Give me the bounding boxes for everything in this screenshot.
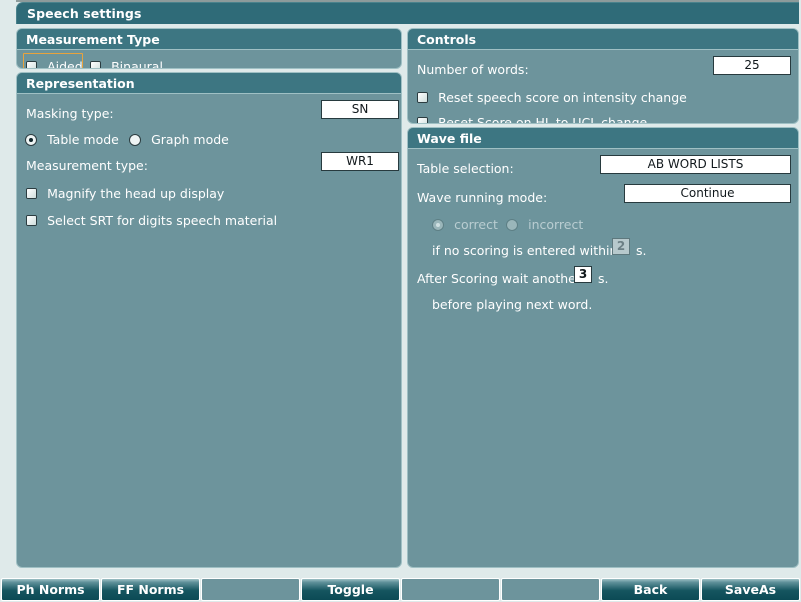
checkbox-binaural[interactable]: Binaural <box>90 56 163 69</box>
number-of-words-row: Number of words: <box>417 59 529 78</box>
checkbox-reset-speech-score-intensity-box[interactable] <box>417 92 428 103</box>
toolbar-button-empty-6[interactable] <box>501 578 600 601</box>
before-playing-next-word-row: before playing next word. <box>432 294 592 313</box>
group-wave-file-header: Wave file <box>408 128 798 149</box>
radio-table-mode-label: Table mode <box>47 132 119 147</box>
checkbox-select-srt-digits[interactable]: Select SRT for digits speech material <box>26 210 277 229</box>
no-scoring-suffix-label: s. <box>636 243 647 258</box>
checkbox-binaural-box[interactable] <box>90 61 101 68</box>
speech-settings-window: Speech settings Measurement Type Aided B… <box>0 0 801 602</box>
checkbox-reset-speech-score-intensity-label: Reset speech score on intensity change <box>438 90 687 105</box>
after-scoring-seconds-input[interactable]: 3 <box>574 266 592 283</box>
radio-incorrect-label: incorrect <box>528 217 584 232</box>
group-measurement-type-title: Measurement Type <box>26 32 160 47</box>
checkbox-select-srt-digits-label: Select SRT for digits speech material <box>47 213 278 228</box>
toolbar-button-ff-norms[interactable]: FF Norms <box>101 578 200 601</box>
measurement-type-label: Measurement type: <box>26 158 148 173</box>
checkbox-reset-score-hl-ucl-label: Reset Score on HL to UCL change <box>438 115 648 124</box>
toolbar-button-back[interactable]: Back <box>601 578 700 601</box>
radio-table-mode-button[interactable] <box>25 134 37 146</box>
radio-incorrect-button[interactable] <box>506 219 518 231</box>
radio-table-mode[interactable]: Table mode <box>25 129 119 148</box>
group-controls-title: Controls <box>417 32 477 47</box>
wave-running-mode-select[interactable]: Continue <box>624 184 791 203</box>
no-scoring-prefix-label: if no scoring is entered within <box>432 243 618 258</box>
panels-container: Measurement Type Aided Binaural Represen… <box>16 28 799 568</box>
toolbar-button-ph-norms[interactable]: Ph Norms <box>1 578 100 601</box>
group-wave-file-title: Wave file <box>417 131 482 146</box>
group-controls: Controls Number of words: 25 Reset speec… <box>407 28 799 124</box>
group-representation: Representation Masking type: SN Table mo… <box>16 72 402 568</box>
group-representation-title: Representation <box>26 76 135 91</box>
checkbox-reset-score-hl-ucl-box[interactable] <box>417 117 428 123</box>
wave-running-mode-row: Wave running mode: <box>417 187 547 206</box>
after-scoring-suffix-label: s. <box>598 271 609 286</box>
checkbox-aided-box[interactable] <box>26 61 37 68</box>
measurement-type-row: Measurement type: <box>26 155 148 174</box>
group-measurement-type: Measurement Type Aided Binaural <box>16 28 402 69</box>
number-of-words-input[interactable]: 25 <box>713 56 791 75</box>
radio-graph-mode-button[interactable] <box>129 134 141 146</box>
measurement-type-select[interactable]: WR1 <box>321 152 399 171</box>
checkbox-magnify-head-up-display-label: Magnify the head up display <box>47 186 225 201</box>
checkbox-select-srt-digits-box[interactable] <box>26 215 37 226</box>
no-scoring-seconds-input[interactable]: 2 <box>612 238 630 255</box>
radio-correct-button[interactable] <box>432 219 444 231</box>
toolbar-button-save-as[interactable]: SaveAs <box>701 578 800 601</box>
window-title-bar: Speech settings <box>16 2 799 24</box>
radio-incorrect[interactable]: incorrect <box>506 214 583 233</box>
table-selection-row: Table selection: <box>417 158 514 177</box>
bottom-toolbar: Ph Norms FF Norms Toggle Back SaveAs <box>0 578 801 602</box>
checkbox-reset-speech-score-intensity[interactable]: Reset speech score on intensity change <box>417 87 687 106</box>
no-scoring-prefix-row: if no scoring is entered within <box>432 240 617 259</box>
group-controls-header: Controls <box>408 29 798 50</box>
checkbox-binaural-label: Binaural <box>111 59 163 69</box>
checkbox-magnify-head-up-display-box[interactable] <box>26 188 37 199</box>
toolbar-button-empty-3[interactable] <box>201 578 300 601</box>
group-measurement-type-header: Measurement Type <box>17 29 401 50</box>
after-scoring-suffix-row: s. <box>598 268 609 287</box>
after-scoring-prefix-row: After Scoring wait another <box>417 268 581 287</box>
masking-type-row: Masking type: <box>26 103 114 122</box>
masking-type-select[interactable]: SN <box>321 100 399 119</box>
after-scoring-prefix-label: After Scoring wait another <box>417 271 582 286</box>
table-selection-select[interactable]: AB WORD LISTS <box>600 155 791 174</box>
toolbar-button-toggle[interactable]: Toggle <box>301 578 400 601</box>
radio-graph-mode-label: Graph mode <box>151 132 229 147</box>
radio-correct-label: correct <box>454 217 498 232</box>
masking-type-label: Masking type: <box>26 106 114 121</box>
window-frame: Speech settings Measurement Type Aided B… <box>0 0 801 572</box>
checkbox-aided[interactable]: Aided <box>26 56 83 69</box>
group-wave-file: Wave file Table selection: AB WORD LISTS… <box>407 127 799 568</box>
checkbox-reset-score-hl-ucl[interactable]: Reset Score on HL to UCL change <box>417 112 648 124</box>
radio-graph-mode[interactable]: Graph mode <box>129 129 229 148</box>
toolbar-button-empty-5[interactable] <box>401 578 500 601</box>
radio-correct[interactable]: correct <box>432 214 498 233</box>
no-scoring-suffix-row: s. <box>636 240 647 259</box>
table-selection-label: Table selection: <box>417 161 514 176</box>
before-playing-next-word-label: before playing next word. <box>432 297 593 312</box>
number-of-words-label: Number of words: <box>417 62 529 77</box>
checkbox-magnify-head-up-display[interactable]: Magnify the head up display <box>26 183 224 202</box>
group-representation-header: Representation <box>17 73 401 94</box>
checkbox-aided-label: Aided <box>47 59 83 69</box>
window-left-rail <box>0 2 16 568</box>
window-title: Speech settings <box>27 6 142 21</box>
wave-running-mode-label: Wave running mode: <box>417 190 548 205</box>
